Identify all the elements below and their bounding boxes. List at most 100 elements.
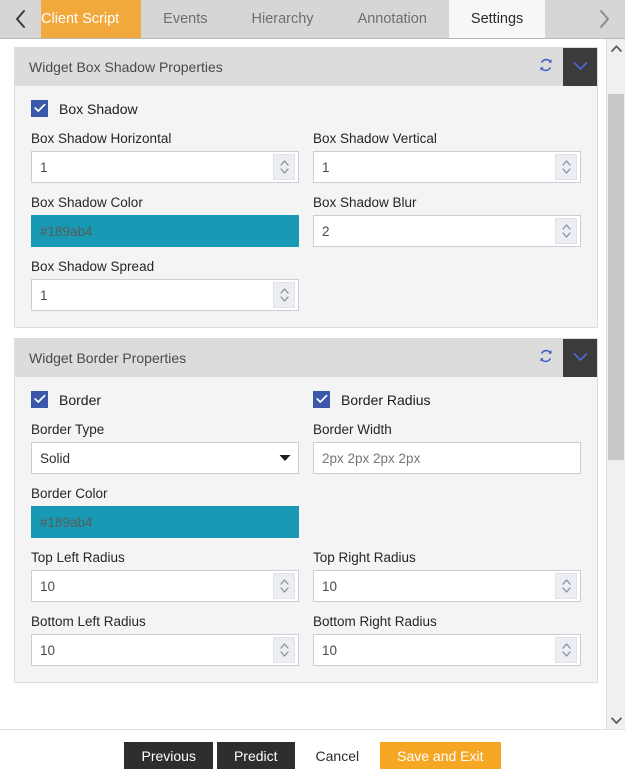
field-label: Top Right Radius xyxy=(313,550,416,565)
panel-collapse-button[interactable] xyxy=(563,339,597,377)
field-top-left-radius: Top Left Radius 10 xyxy=(31,550,299,602)
color-input-border-color[interactable]: #189ab4 xyxy=(31,506,299,538)
input-box-shadow-spread[interactable]: 1 xyxy=(31,279,299,311)
color-value: #189ab4 xyxy=(40,514,93,530)
checkbox-row-box-shadow: Box Shadow xyxy=(31,100,581,117)
field-top-right-radius: Top Right Radius 10 xyxy=(313,550,581,602)
panel-body: Box Shadow Box Shadow Horizontal 1 Box S… xyxy=(15,86,597,327)
tab-client-script[interactable]: Client Script xyxy=(41,0,142,38)
previous-button[interactable]: Previous xyxy=(124,742,213,769)
field-column-left: Border Type Solid xyxy=(31,422,299,486)
tab-annotation[interactable]: Annotation xyxy=(335,0,449,38)
input-value: 1 xyxy=(322,159,330,175)
field-row: Box Shadow Color #189ab4 Box Shadow Blur xyxy=(31,195,581,259)
predict-button[interactable]: Predict xyxy=(216,742,295,769)
spinner-bottom-left-radius[interactable] xyxy=(273,637,295,663)
check-icon xyxy=(33,100,46,118)
chevron-left-icon xyxy=(14,9,27,29)
tab-events[interactable]: Events xyxy=(141,0,230,38)
field-row: Top Left Radius 10 Top Right Radius 10 xyxy=(31,550,581,614)
tabs-scroll-left-button[interactable] xyxy=(0,0,41,38)
input-border-width[interactable]: 2px 2px 2px 2px xyxy=(313,442,581,474)
panel-refresh-button[interactable] xyxy=(529,339,563,377)
save-and-exit-button[interactable]: Save and Exit xyxy=(380,742,501,769)
checkbox-box-shadow[interactable] xyxy=(31,100,48,117)
panel-refresh-button[interactable] xyxy=(529,48,563,86)
panel-title: Widget Box Shadow Properties xyxy=(29,59,223,75)
panel-header: Widget Border Properties xyxy=(15,339,597,377)
field-column-left: Border Color #189ab4 xyxy=(31,486,299,550)
field-label: Box Shadow Vertical xyxy=(313,131,437,146)
input-bottom-left-radius[interactable]: 10 xyxy=(31,634,299,666)
spinner-box-shadow-vertical[interactable] xyxy=(555,154,577,180)
panel-body: Border Border Radius Border Type Solid B… xyxy=(15,377,597,682)
input-value: 1 xyxy=(40,287,48,303)
chevron-down-icon xyxy=(272,454,298,462)
input-top-left-radius[interactable]: 10 xyxy=(31,570,299,602)
field-column-left: Top Left Radius 10 xyxy=(31,550,299,614)
field-box-shadow-spread: Box Shadow Spread 1 xyxy=(31,259,299,311)
input-box-shadow-horizontal[interactable]: 1 xyxy=(31,151,299,183)
scrollbar-thumb[interactable] xyxy=(608,94,624,460)
field-label: Border Color xyxy=(31,486,108,501)
chevron-right-icon xyxy=(598,9,611,29)
field-box-shadow-horizontal: Box Shadow Horizontal 1 xyxy=(31,131,299,183)
spinner-bottom-right-radius[interactable] xyxy=(555,637,577,663)
input-box-shadow-blur[interactable]: 2 xyxy=(313,215,581,247)
spinner-top-left-radius[interactable] xyxy=(273,573,295,599)
spinner-top-right-radius[interactable] xyxy=(555,573,577,599)
panel-title: Widget Border Properties xyxy=(29,350,187,366)
input-box-shadow-vertical[interactable]: 1 xyxy=(313,151,581,183)
input-value: 10 xyxy=(322,642,338,658)
vertical-scrollbar[interactable] xyxy=(606,39,625,729)
color-input-box-shadow-color[interactable]: #189ab4 xyxy=(31,215,299,247)
field-label: Border Type xyxy=(31,422,105,437)
checkbox-label-box-shadow: Box Shadow xyxy=(59,100,138,117)
field-border-type: Border Type Solid xyxy=(31,422,299,474)
chevron-down-icon xyxy=(573,58,588,76)
field-label: Border Width xyxy=(313,422,392,437)
field-row: Bottom Left Radius 10 Bottom Right Radiu… xyxy=(31,614,581,666)
field-column-left: Border xyxy=(31,391,299,422)
tabs-scroll-right-button[interactable] xyxy=(584,0,625,38)
select-border-type[interactable]: Solid xyxy=(31,442,299,474)
checkbox-border[interactable] xyxy=(31,391,48,408)
field-column-right: Box Shadow Blur 2 xyxy=(313,195,581,259)
field-border-width: Border Width 2px 2px 2px 2px xyxy=(313,422,581,474)
input-bottom-right-radius[interactable]: 10 xyxy=(313,634,581,666)
scrollbar-down-button[interactable] xyxy=(607,711,625,729)
refresh-icon xyxy=(538,57,554,78)
tabs-container: Client Script Events Hierarchy Annotatio… xyxy=(41,0,584,38)
checkbox-row: Border Border Radius xyxy=(31,391,581,422)
scrollbar-up-button[interactable] xyxy=(607,39,625,57)
check-icon xyxy=(315,391,328,409)
panel-widget-border-properties: Widget Border Properties Border Border R… xyxy=(14,338,598,683)
field-row: Box Shadow Horizontal 1 Box Shadow Verti… xyxy=(31,131,581,195)
settings-panel-window: Client Script Events Hierarchy Annotatio… xyxy=(0,0,625,781)
field-label: Box Shadow Spread xyxy=(31,259,155,274)
field-column-right: Border Radius xyxy=(313,391,581,422)
input-value: 10 xyxy=(40,578,56,594)
refresh-icon xyxy=(538,348,554,369)
field-row: Border Type Solid Border Width 2px 2px 2… xyxy=(31,422,581,486)
chevron-down-icon xyxy=(610,711,622,729)
tab-strip: Client Script Events Hierarchy Annotatio… xyxy=(0,0,625,39)
chevron-up-icon xyxy=(610,39,622,57)
input-top-right-radius[interactable]: 10 xyxy=(313,570,581,602)
field-bottom-right-radius: Bottom Right Radius 10 xyxy=(313,614,581,666)
checkbox-border-radius[interactable] xyxy=(313,391,330,408)
field-bottom-left-radius: Bottom Left Radius 10 xyxy=(31,614,299,666)
spinner-box-shadow-blur[interactable] xyxy=(555,218,577,244)
spinner-box-shadow-horizontal[interactable] xyxy=(273,154,295,180)
input-value: 10 xyxy=(40,642,56,658)
field-column-left: Box Shadow Horizontal 1 xyxy=(31,131,299,195)
panel-collapse-button[interactable] xyxy=(563,48,597,86)
cancel-button[interactable]: Cancel xyxy=(298,742,377,769)
spinner-box-shadow-spread[interactable] xyxy=(273,282,295,308)
field-border-color: Border Color #189ab4 xyxy=(31,486,299,538)
settings-content-area: Widget Box Shadow Properties Box Shadow … xyxy=(0,39,625,729)
input-value: 2 xyxy=(322,223,330,239)
scrollbar-track[interactable] xyxy=(607,57,625,711)
tab-hierarchy[interactable]: Hierarchy xyxy=(229,0,336,38)
tab-settings[interactable]: Settings xyxy=(448,0,546,38)
